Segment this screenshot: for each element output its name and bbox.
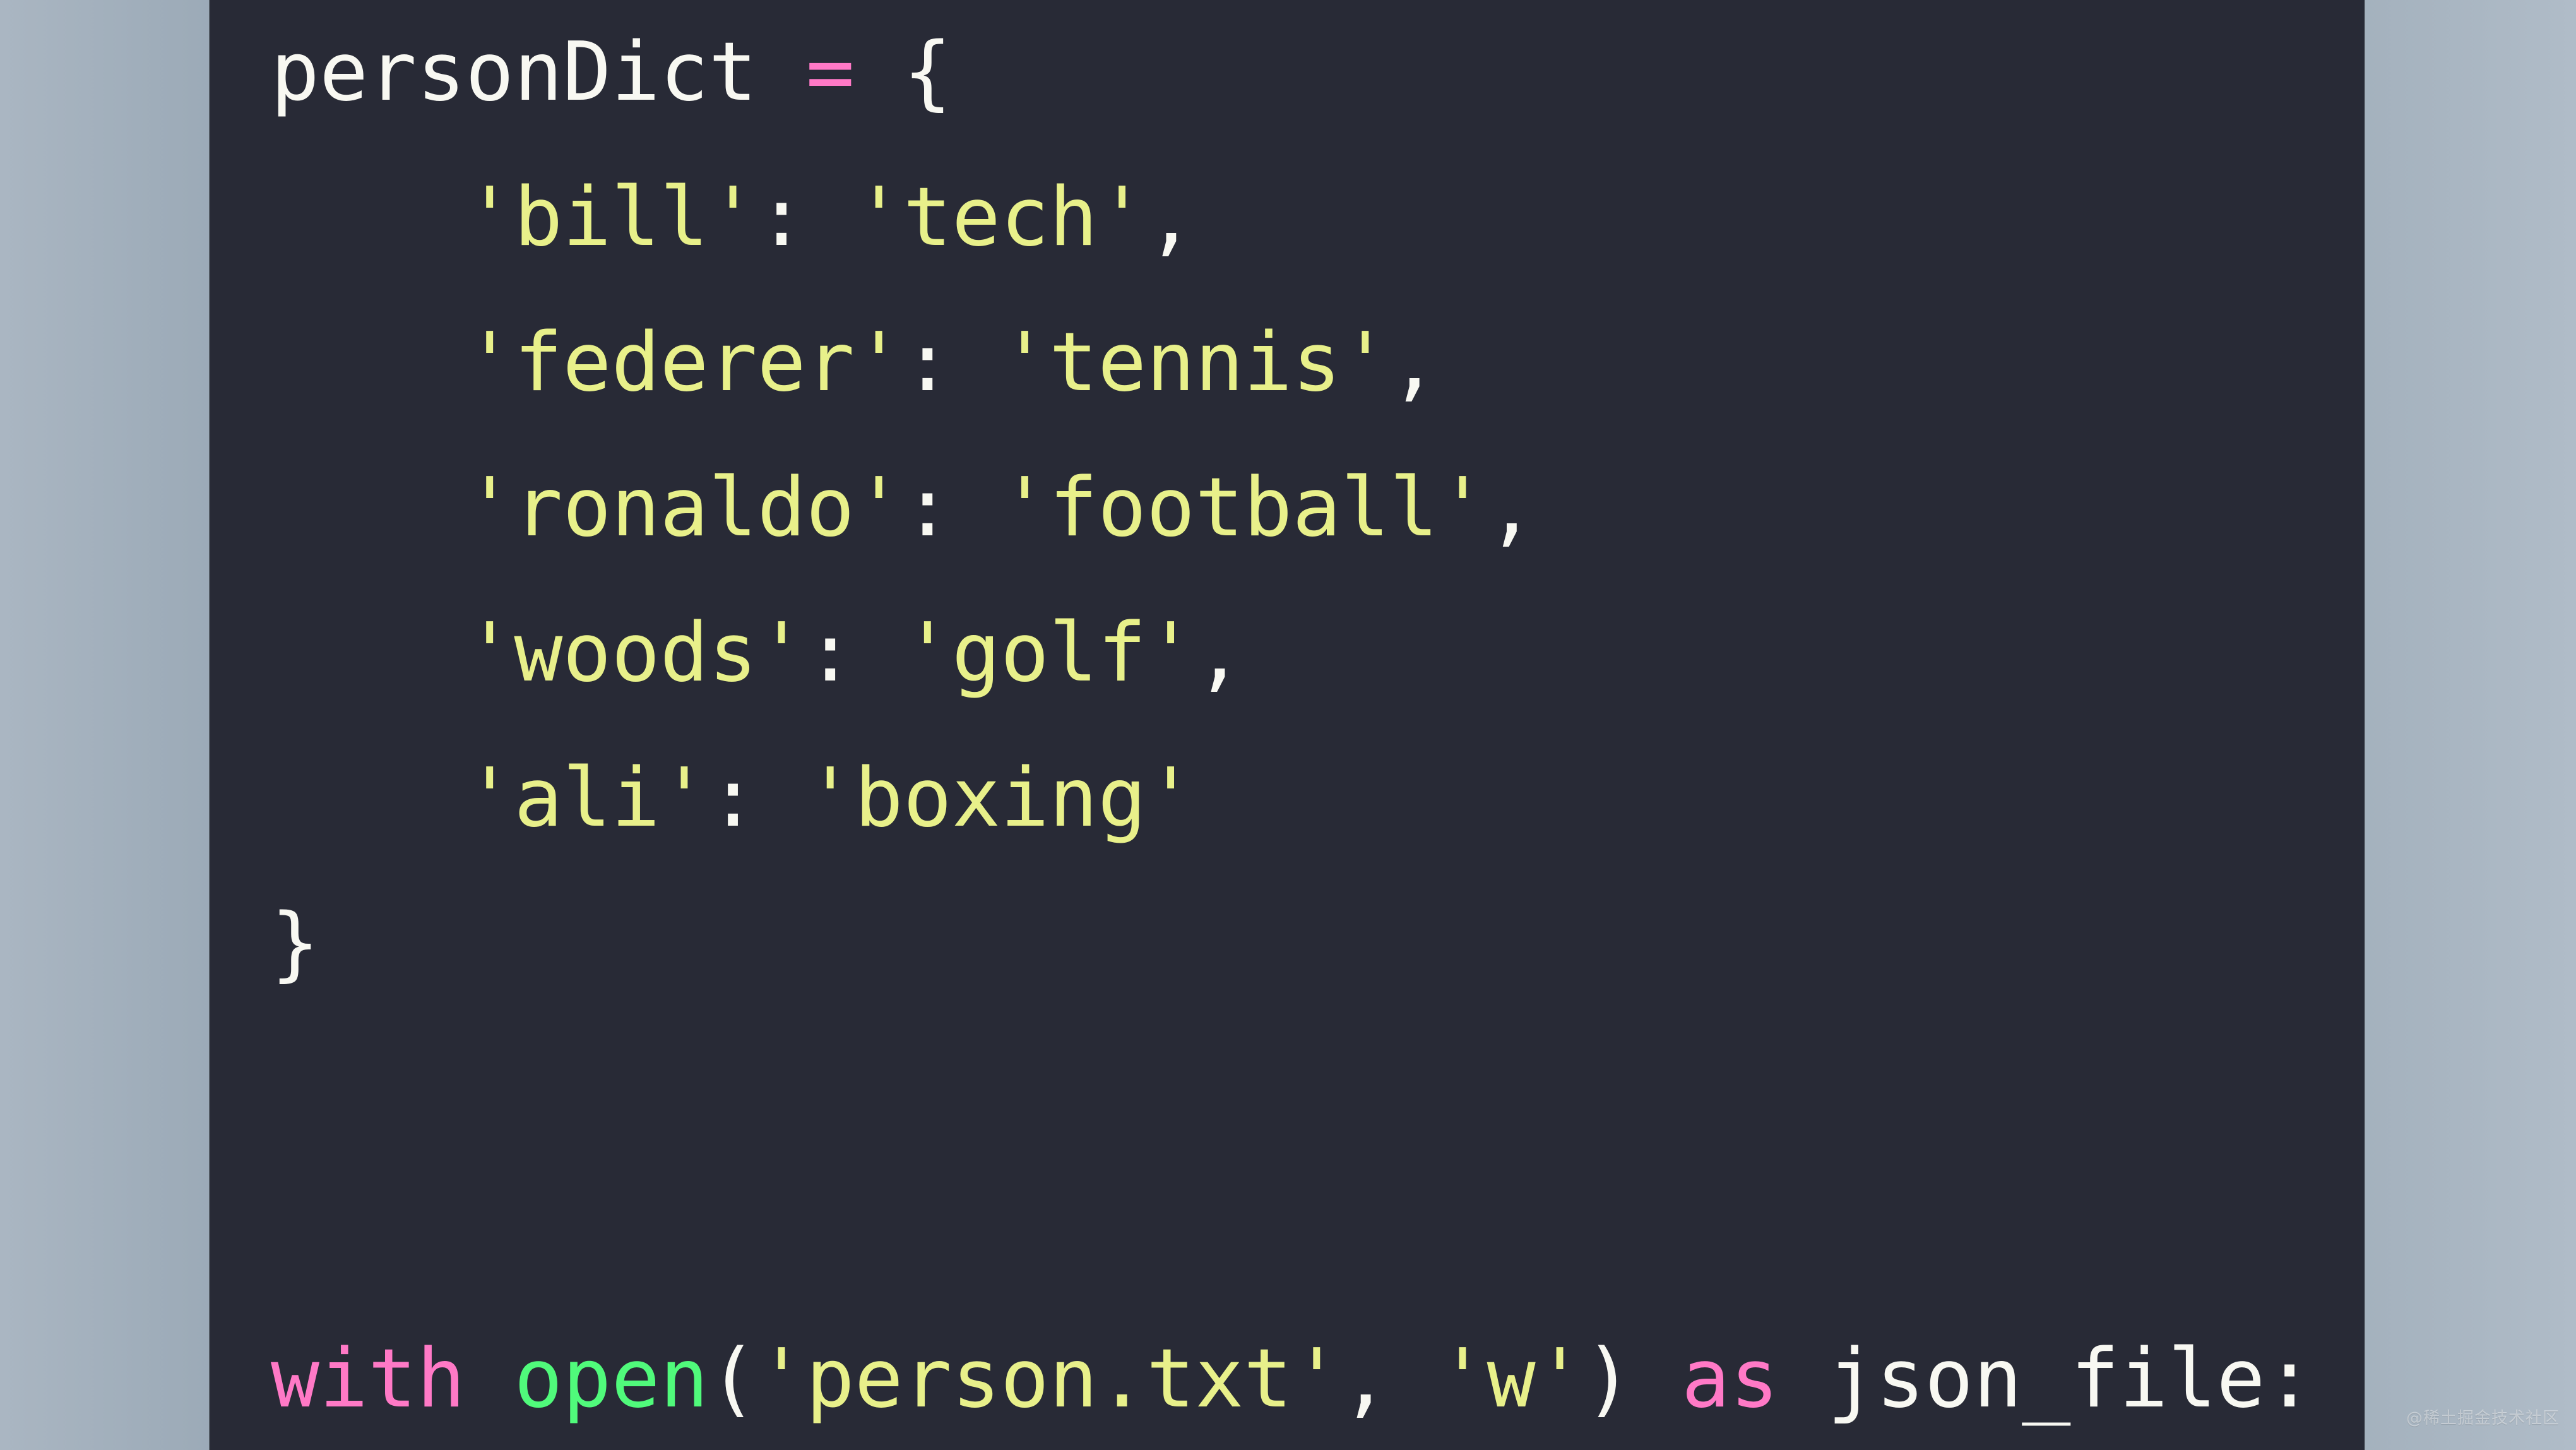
code-token-string: 'ronaldo' — [465, 461, 903, 555]
code-token-punct: , — [1195, 606, 1244, 700]
code-token-punct: ) — [1584, 1332, 1633, 1426]
code-token-punct: ( — [708, 1332, 757, 1426]
code-line[interactable] — [210, 1016, 2314, 1162]
code-token-string: 'tech' — [854, 170, 1147, 264]
code-token-name: json_file: — [1827, 1332, 2314, 1426]
code-token-punct: : — [903, 461, 952, 555]
code-token-string: 'person.txt' — [757, 1332, 1341, 1426]
code-line[interactable]: 'federer': 'tennis', — [210, 290, 2314, 436]
code-token-punct: : — [805, 606, 855, 700]
code-line[interactable]: 'woods': 'golf', — [210, 581, 2314, 726]
code-token-name: personDict — [271, 25, 757, 119]
code-token-keyword: with — [271, 1332, 466, 1426]
code-line[interactable]: with open('person.txt', 'w') as json_fil… — [210, 1307, 2314, 1450]
code-line[interactable]: personDict = { — [210, 0, 2314, 145]
code-line[interactable]: 'ronaldo': 'football', — [210, 436, 2314, 581]
code-token-string: 'w' — [1438, 1332, 1584, 1426]
code-token-punct: { — [903, 25, 952, 119]
code-token-string: 'golf' — [903, 606, 1196, 700]
code-token-punct: : — [903, 316, 952, 410]
code-token-string: 'football' — [1000, 461, 1487, 555]
code-token-string: 'ali' — [465, 751, 709, 845]
page-background: personDict = { 'bill': 'tech', 'federer'… — [0, 0, 2576, 1450]
code-token-punct: , — [1146, 170, 1196, 264]
code-token-punct: : — [708, 751, 757, 845]
code-token-string: 'tennis' — [1000, 316, 1390, 410]
code-token-punct: , — [1487, 461, 1536, 555]
code-token-builtin: open — [514, 1332, 709, 1426]
code-editor-panel[interactable]: personDict = { 'bill': 'tech', 'federer'… — [210, 0, 2364, 1450]
code-line[interactable]: 'ali': 'boxing' — [210, 726, 2314, 871]
code-token-string: 'woods' — [465, 606, 806, 700]
code-token-string: 'federer' — [465, 316, 903, 410]
code-line[interactable]: 'bill': 'tech', — [210, 145, 2314, 290]
code-line[interactable]: } — [210, 871, 2314, 1016]
code-line[interactable] — [210, 1162, 2314, 1307]
watermark-label: @稀土掘金技术社区 — [2406, 1409, 2560, 1428]
code-token-punct: : — [757, 170, 806, 264]
code-block[interactable]: personDict = { 'bill': 'tech', 'federer'… — [210, 0, 2314, 1450]
code-token-string: 'bill' — [465, 170, 757, 264]
code-token-punct: , — [1389, 316, 1439, 410]
code-token-op: = — [805, 25, 855, 119]
code-token-keyword: as — [1681, 1332, 1779, 1426]
code-token-string: 'boxing' — [805, 751, 1196, 845]
code-token-punct: } — [271, 896, 320, 990]
code-token-punct: , — [1341, 1332, 1390, 1426]
